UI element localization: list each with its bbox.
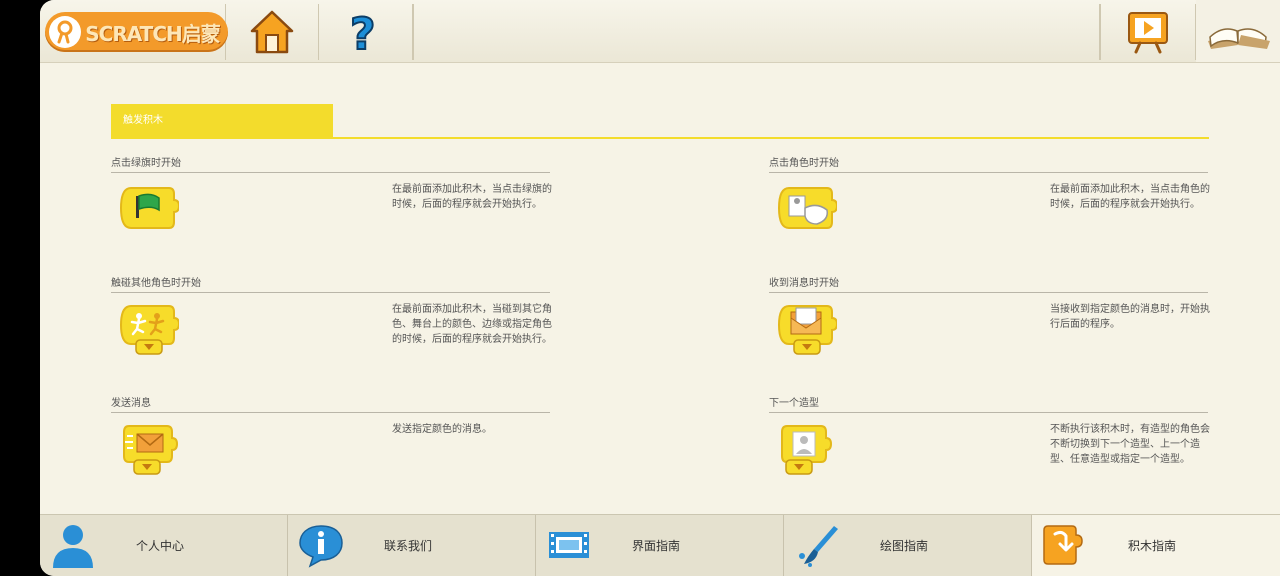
block-item-next-costume: 下一个造型 不断执行该积木时，有造型的角色会不断切换到下一个造型、上一个造型、任… [769,394,1210,504]
block-title: 触碰其他角色时开始 [111,274,550,293]
logo-badge: SCRATCH启蒙 [45,12,228,52]
film-icon [549,532,589,558]
nav-label: 联系我们 [384,539,433,553]
nav-label: 界面指南 [632,539,681,553]
block-title: 点击绿旗时开始 [111,154,550,173]
block-description: 不断执行该积木时，有造型的角色会不断切换到下一个造型、上一个造型、任意造型或指定… [1050,424,1210,465]
block-item-send-message: 发送消息 发送指定颜色的消息。 [111,394,550,504]
guide-book-button[interactable] [1196,0,1280,62]
block-item-receive-message: 收到消息时开始 当接收到指定颜色的消息时，开始执行后面的程序。 [769,274,1210,384]
home-button[interactable] [226,4,319,60]
nav-interface-guide[interactable]: 界面指南 [536,515,784,576]
receive-message-block-icon [777,305,837,355]
block-guide-icon [1043,525,1083,565]
block-title: 收到消息时开始 [769,274,1208,293]
app-window: SCRATCH启蒙 ? 触发积木 点击绿旗时开始 在最前面添加此积木，当点击绿旗… [40,0,1280,576]
toolbar-spacer [413,4,1100,60]
help-icon: ? [349,9,377,55]
nav-personal-center[interactable]: 个人中心 [40,515,288,576]
bump-block-icon [119,305,179,355]
svg-text:?: ? [350,9,376,55]
nav-label: 个人中心 [136,539,185,553]
send-message-block-icon [123,425,179,475]
tap-sprite-block-icon [777,187,837,229]
bottom-nav: 个人中心 联系我们 界面指南 绘图指南 积木指南 [40,514,1280,576]
nav-drawing-guide[interactable]: 绘图指南 [784,515,1032,576]
block-title: 点击角色时开始 [769,154,1208,173]
video-button[interactable] [1100,4,1196,60]
block-description: 发送指定颜色的消息。 [392,424,492,435]
block-title: 发送消息 [111,394,550,413]
info-icon [299,525,343,568]
scratch-logo[interactable]: SCRATCH启蒙 [45,4,228,60]
nav-label: 绘图指南 [880,539,929,553]
logo-mascot-icon [49,16,82,48]
section-tab-trigger-blocks: 触发积木 [111,104,333,137]
video-icon [1128,12,1168,54]
user-icon [53,525,93,568]
block-title: 下一个造型 [769,394,1208,413]
block-description: 在最前面添加此积木，当点击角色的时候，后面的程序就会开始执行。 [1050,184,1210,210]
next-costume-block-icon [781,425,833,475]
green-flag-block-icon [119,187,179,229]
block-description: 在最前面添加此积木，当点击绿旗的时候，后面的程序就会开始执行。 [392,184,552,210]
block-item-green-flag: 点击绿旗时开始 在最前面添加此积木，当点击绿旗的时候，后面的程序就会开始执行。 [111,154,552,264]
block-item-bump: 触碰其他角色时开始 在最前面添加此积木，当碰到其它角色、舞台上的颜色、边缘或指定… [111,274,552,384]
book-icon [1208,28,1270,49]
help-button[interactable]: ? [320,4,413,60]
section-header: 触发积木 [111,104,1209,139]
nav-contact-us[interactable]: 联系我们 [288,515,536,576]
nav-block-guide[interactable]: 积木指南 [1032,515,1280,576]
paintbrush-icon [799,526,838,567]
nav-label: 积木指南 [1128,539,1177,553]
top-toolbar: SCRATCH启蒙 ? [40,0,1280,63]
home-icon [250,10,294,54]
logo-text: SCRATCH启蒙 [85,21,220,46]
block-item-tap-sprite: 点击角色时开始 在最前面添加此积木，当点击角色的时候，后面的程序就会开始执行。 [769,154,1210,264]
block-description: 在最前面添加此积木，当碰到其它角色、舞台上的颜色、边缘或指定角色的时候，后面的程… [392,304,552,345]
block-description: 当接收到指定颜色的消息时，开始执行后面的程序。 [1050,304,1210,330]
